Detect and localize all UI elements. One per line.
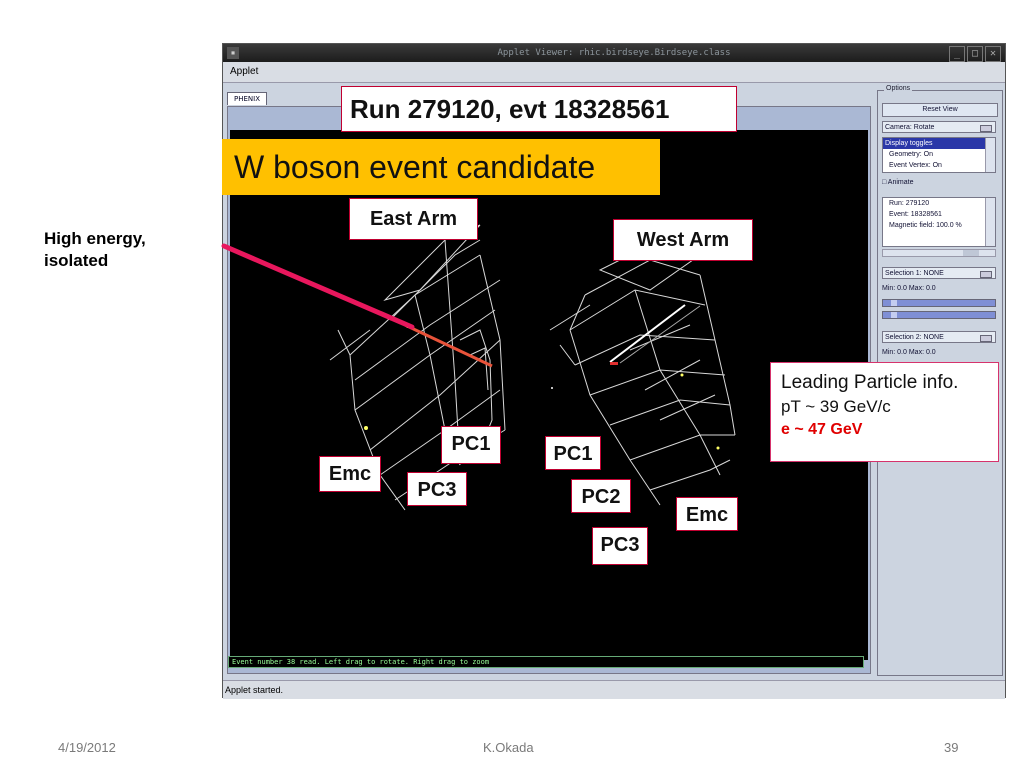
minimize-icon[interactable]: _ [949,46,965,62]
dropdown-icon [980,271,992,278]
tab-phenix[interactable]: PHENIX [227,92,268,105]
info-event: Event: 18328561 [889,211,942,218]
label-emc-west: Emc [676,497,738,531]
label-pc2-west: PC2 [571,479,631,513]
applet-statusbar: Applet started. [223,680,1005,699]
info-scrollbar[interactable] [985,198,995,246]
leading-particle-box: Leading Particle info. pT ~ 39 GeV/c e ~… [770,362,999,462]
label-emc-east: Emc [319,456,381,492]
label-pc3-west: PC3 [592,527,648,565]
checkbox-icon: □ [882,179,887,186]
info-run: Run: 279120 [889,200,930,207]
selection1-select[interactable]: Selection 1: NONE [882,267,996,279]
footer-date: 4/19/2012 [58,740,116,755]
slider-knob[interactable] [891,300,897,306]
selection2-select[interactable]: Selection 2: NONE [882,331,996,343]
label-pc1-east: PC1 [441,426,501,464]
selection2-value: Selection 2: NONE [885,334,944,341]
list-item[interactable]: Display toggles [883,138,995,149]
selection1-value: Selection 1: NONE [885,270,944,277]
camera-select[interactable]: Camera: Rotate [882,121,996,133]
dropdown-icon [980,335,992,342]
label-east-arm: East Arm [349,198,478,240]
label-pc1-west: PC1 [545,436,601,470]
tab-strip: PHENIX [227,88,268,106]
event-status-line: Event number 38 read. Left drag to rotat… [228,656,864,668]
selection1-range: Min: 0.0 Max: 0.0 [882,285,936,292]
close-icon[interactable]: ✕ [985,46,1001,62]
menu-applet[interactable]: Applet [230,66,258,77]
list-item[interactable]: Event Vertex: On [883,160,995,171]
annotation-high-energy: High energy, isolated [44,229,146,270]
list-item[interactable]: Geometry: On [883,149,995,160]
animate-toggle[interactable]: □ Animate [882,179,913,186]
window-titlebar: ▪ Applet Viewer: rhic.birdseye.Birdseye.… [223,44,1005,62]
footer-author: K.Okada [483,740,534,755]
run-info-box: Run: 279120 Event: 18328561 Magnetic fie… [882,197,996,247]
options-legend: Options [884,85,913,92]
label-west-arm: West Arm [613,219,753,261]
selection1-max-slider[interactable] [882,311,996,319]
leading-pt: pT ~ 39 GeV/c [781,397,891,416]
footer-page-number: 39 [944,740,959,755]
info-hscrollbar[interactable] [882,249,996,257]
run-event-callout: Run 279120, evt 18328561 [341,86,737,132]
info-field: Magnetic field: 100.0 % [889,222,962,229]
selection1-min-slider[interactable] [882,299,996,307]
leading-title: Leading Particle info. [781,372,959,393]
scroll-thumb[interactable] [963,250,979,256]
w-boson-banner: W boson event candidate [222,139,660,195]
reset-view-button[interactable]: Reset View [882,103,998,117]
applet-status-text: Applet started. [225,685,284,695]
maximize-icon[interactable]: □ [967,46,983,62]
slider-knob[interactable] [891,312,897,318]
dropdown-icon [980,125,992,132]
selection2-range: Min: 0.0 Max: 0.0 [882,349,936,356]
display-toggles-list[interactable]: Display toggles Geometry: On Event Verte… [882,137,996,173]
label-pc3-east: PC3 [407,472,467,506]
window-title: Applet Viewer: rhic.birdseye.Birdseye.cl… [497,48,731,58]
list-scrollbar[interactable] [985,138,995,172]
camera-select-value: Camera: Rotate [885,124,935,131]
menubar: Applet [223,62,1005,83]
leading-energy: e ~ 47 GeV [781,421,863,438]
animate-label: Animate [887,179,914,186]
